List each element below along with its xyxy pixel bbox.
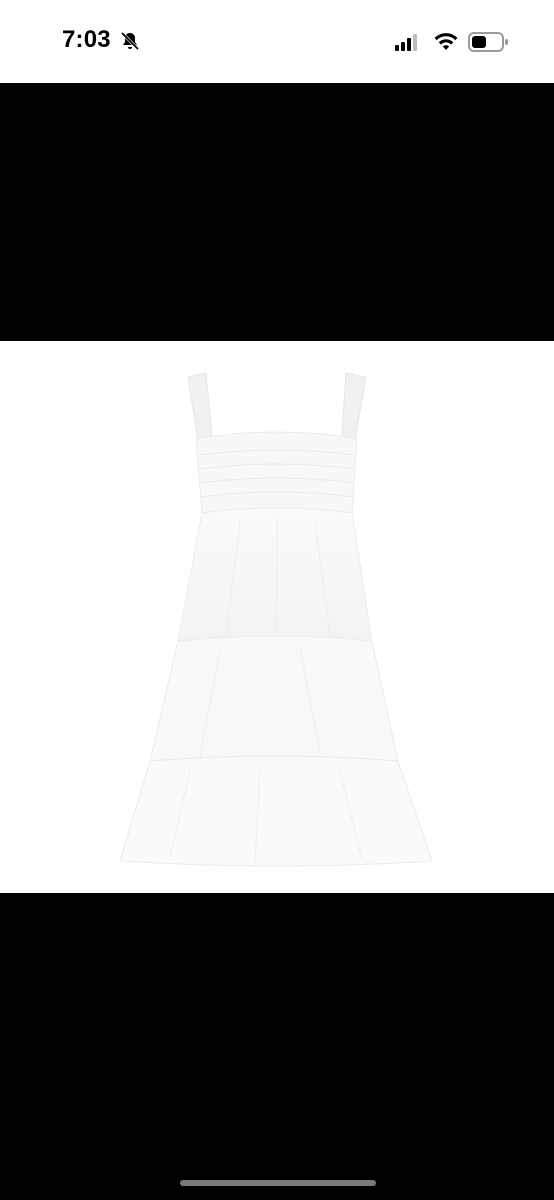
product-image[interactable] bbox=[0, 341, 554, 893]
dress-image bbox=[119, 372, 433, 867]
bell-slash-icon bbox=[120, 31, 140, 51]
home-indicator[interactable] bbox=[180, 1180, 376, 1186]
status-time: 7:03 bbox=[62, 26, 111, 53]
battery-icon bbox=[468, 32, 508, 52]
image-viewer-backdrop-top bbox=[0, 83, 554, 341]
wifi-icon bbox=[434, 33, 458, 50]
cellular-signal-icon bbox=[395, 34, 417, 51]
status-bar: 7:03 bbox=[0, 0, 554, 83]
image-viewer-backdrop-bottom bbox=[0, 893, 554, 1200]
